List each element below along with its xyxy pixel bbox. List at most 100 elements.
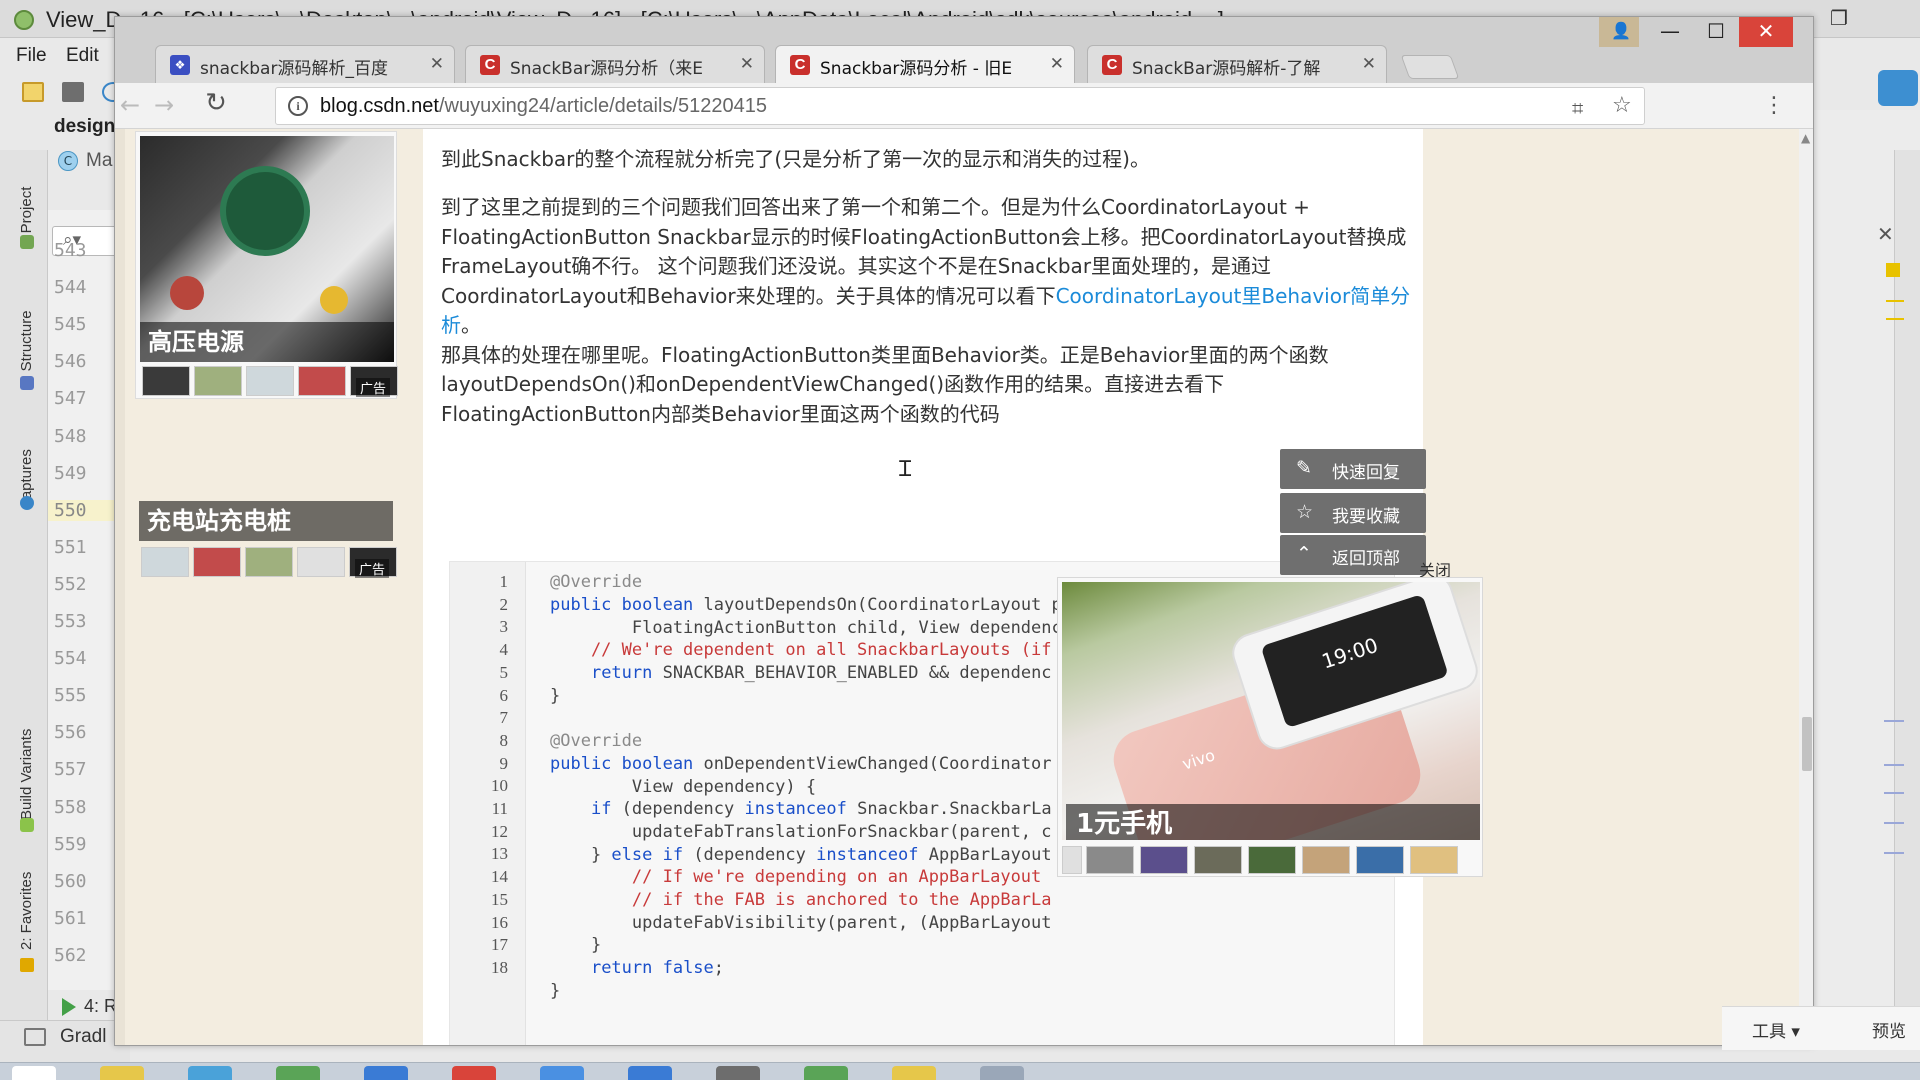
popup-ad-caption[interactable]: 1元手机 (1066, 804, 1480, 840)
minimize-button[interactable]: — (1647, 17, 1693, 47)
ad-thumbnail[interactable] (245, 547, 293, 577)
android-studio-icon (14, 10, 34, 30)
tool-tab-favorites[interactable]: 2: Favorites (18, 872, 35, 950)
app-icon[interactable] (364, 1066, 408, 1080)
back-button[interactable]: ← (115, 91, 145, 119)
file-tab-ma[interactable]: Ma (86, 150, 112, 172)
error-stripe-mark[interactable] (1884, 764, 1904, 766)
explorer-icon[interactable] (100, 1066, 144, 1080)
url-text[interactable]: blog.csdn.net/wuyuxing24/article/details… (320, 95, 767, 118)
ad-thumbnail[interactable] (1194, 846, 1242, 874)
start-icon[interactable] (12, 1066, 56, 1080)
back-to-top-button[interactable]: ⌃ 返回顶部 (1280, 535, 1426, 575)
ad-thumbnail[interactable] (1410, 846, 1458, 874)
tool-tab-gradle[interactable]: Gradl (60, 1026, 106, 1048)
baidu-paw-icon: ❖ (170, 55, 190, 75)
user-profile-button[interactable]: 👤 (1599, 17, 1639, 47)
bookmark-star-icon[interactable]: ☆ (1612, 93, 1632, 118)
ad-caption[interactable]: 充电站充电桩 (139, 501, 393, 541)
reload-button[interactable]: ↻ (201, 88, 231, 118)
error-stripe-mark[interactable] (1884, 792, 1904, 794)
save-all-icon[interactable] (62, 82, 84, 102)
ad-thumbnail[interactable] (1140, 846, 1188, 874)
component-shape (320, 286, 348, 314)
app-icon[interactable] (804, 1066, 848, 1080)
capacitor-shape (170, 276, 204, 310)
open-folder-icon[interactable] (22, 82, 44, 102)
ad-caption[interactable]: 高压电源 (140, 322, 394, 362)
popup-ad[interactable]: vivo 19:00 1元手机 (1057, 577, 1483, 877)
design-folder-label[interactable]: design (54, 116, 115, 138)
close-icon[interactable]: ✕ (1877, 222, 1894, 246)
error-stripe-mark[interactable] (1886, 318, 1904, 320)
code-line: public boolean layoutDependsOn(Coordinat… (550, 595, 1124, 615)
tab-close-icon[interactable]: ✕ (1362, 54, 1376, 74)
behavior-article-link[interactable]: CoordinatorLayout里Behavior简单分 (1056, 284, 1411, 308)
code-line: updateFabVisibility(parent, (AppBarLayou… (550, 913, 1052, 933)
scrollbar-thumb[interactable] (1802, 717, 1812, 771)
app-icon[interactable] (980, 1066, 1024, 1080)
app-icon[interactable] (628, 1066, 672, 1080)
text-cursor-icon: Ɪ (899, 457, 912, 482)
app-icon[interactable] (716, 1066, 760, 1080)
ad-thumbnail[interactable] (142, 366, 190, 396)
favorite-button[interactable]: ☆ 我要收藏 (1280, 493, 1426, 533)
tab-label: SnackBar源码解析-了解 (1132, 59, 1321, 79)
tab-close-icon[interactable]: ✕ (740, 54, 754, 74)
tab-close-icon[interactable]: ✕ (430, 54, 444, 74)
tool-tab-build-variants[interactable]: Build Variants (18, 729, 35, 820)
page-scrollbar[interactable]: ▲ (1799, 129, 1813, 1045)
ad-thumbnail[interactable] (1086, 846, 1134, 874)
ad-high-voltage[interactable]: 高压电源 广告 (135, 131, 398, 399)
forward-button[interactable]: → (149, 91, 179, 119)
ad-thumbnail[interactable] (1302, 846, 1350, 874)
error-stripe-mark[interactable] (1884, 822, 1904, 824)
ide-restore-icon[interactable]: ❐ (1830, 6, 1848, 30)
tool-tab-run[interactable]: 4: R (84, 996, 117, 1017)
ad-thumbnail[interactable] (246, 366, 294, 396)
ad-thumbnail[interactable] (1356, 846, 1404, 874)
ad-thumbnail[interactable] (193, 547, 241, 577)
ad-charging-station[interactable]: 充电站充电桩 广告 (135, 501, 397, 625)
preview-button[interactable]: 预览 (1872, 1017, 1906, 1042)
tools-dropdown[interactable]: 工具 ▾ (1752, 1017, 1800, 1042)
ad-thumbnail[interactable] (194, 366, 242, 396)
article-paragraph-line: 那具体的处理在哪里呢。FloatingActionButton类里面Behavi… (441, 343, 1329, 367)
article-paragraph-line: FloatingActionButton Snackbar显示的时候Floati… (441, 225, 1407, 249)
close-window-button[interactable]: ✕ (1739, 17, 1793, 47)
error-stripe-mark[interactable] (1884, 720, 1904, 722)
tab-snackbar-analysis-1[interactable]: C SnackBar源码分析（来E ✕ (465, 45, 765, 83)
app-icon[interactable] (540, 1066, 584, 1080)
app-icon[interactable] (276, 1066, 320, 1080)
ad-thumbnail[interactable] (297, 547, 345, 577)
app-icon[interactable] (188, 1066, 232, 1080)
app-icon[interactable] (892, 1066, 936, 1080)
error-stripe-mark[interactable] (1884, 852, 1904, 854)
address-bar[interactable]: i blog.csdn.net/wuyuxing24/article/detai… (275, 87, 1645, 125)
info-icon[interactable]: i (288, 96, 308, 116)
ad-thumbnail[interactable] (1248, 846, 1296, 874)
maximize-button[interactable]: ☐ (1693, 17, 1739, 47)
code-line-number: 12 (491, 822, 508, 841)
tab-close-icon[interactable]: ✕ (1050, 54, 1064, 74)
ad-thumbnail[interactable] (298, 366, 346, 396)
cloud-sync-icon[interactable] (1878, 70, 1918, 106)
ad-thumbnail[interactable] (1062, 846, 1082, 874)
chrome-icon[interactable] (452, 1066, 496, 1080)
quick-reply-button[interactable]: ✎ 快速回复 (1280, 449, 1426, 489)
tab-snackbar-baidu[interactable]: ❖ snackbar源码解析_百度 ✕ (155, 45, 455, 83)
scroll-up-icon[interactable]: ▲ (1801, 131, 1810, 145)
menu-file[interactable]: File (16, 45, 47, 67)
error-stripe-mark[interactable] (1886, 300, 1904, 302)
warning-marker[interactable] (1886, 263, 1900, 277)
tab-snackbar-analysis-active[interactable]: C Snackbar源码分析 - 旧E ✕ (775, 45, 1075, 83)
new-tab-button[interactable] (1400, 55, 1460, 79)
tab-snackbar-source[interactable]: C SnackBar源码解析-了解 ✕ (1087, 45, 1387, 83)
ad-thumbnail[interactable] (141, 547, 189, 577)
menu-edit[interactable]: Edit (66, 45, 99, 67)
phone-ad-image[interactable]: vivo 19:00 1元手机 (1062, 582, 1480, 840)
browser-menu-icon[interactable]: ⋮ (1763, 93, 1785, 118)
tools-bar: 工具 ▾ 预览 (1722, 1006, 1920, 1050)
behavior-article-link[interactable]: 析 (441, 313, 461, 337)
translate-icon[interactable]: ⌗ (1572, 96, 1583, 120)
